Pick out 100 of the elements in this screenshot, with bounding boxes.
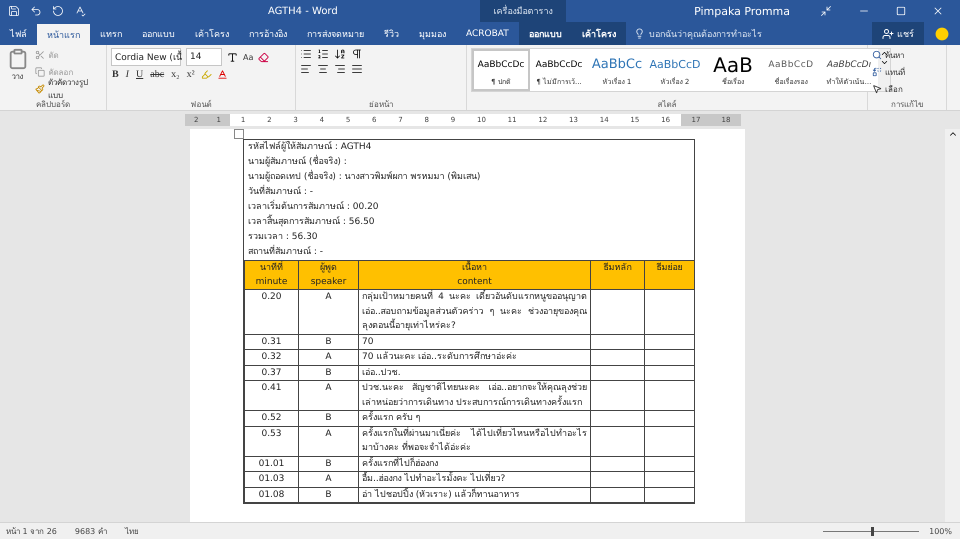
tell-me-field[interactable]: บอกฉันว่าคุณต้องการทำอะไร — [626, 22, 762, 45]
person-icon — [882, 28, 894, 40]
user-name: Pimpaka Promma — [694, 4, 790, 18]
table-cell: 70 — [358, 334, 590, 350]
word-count: 9683 คำ — [74, 526, 107, 538]
table-cell: 0.53 — [244, 426, 298, 456]
header-line: รหัสไฟล์ผู้ให้สัมภาษณ์ : AGTH4 — [247, 140, 372, 154]
table-cell: B — [298, 365, 358, 380]
group-label: สไตล์ — [656, 98, 678, 110]
spelling-icon[interactable] — [74, 5, 86, 17]
copy-icon — [35, 67, 46, 77]
table-cell: 01.01 — [244, 456, 298, 472]
header-line: นามผู้ถอดเทป (ชื่อจริง) : นางสาวพิมพ์ผกา พรหมมา (พิมเสน) — [244, 170, 694, 185]
page-count: หน้า 1 จาก 26 — [6, 526, 57, 538]
ribbon-tab[interactable]: เค้าโครง — [572, 22, 626, 45]
header-line: เวลาเริ่มต้นการสัมภาษณ์ : 00.20 — [244, 200, 694, 215]
format-button[interactable]: B — [111, 69, 120, 80]
format-button[interactable]: abc — [149, 69, 166, 80]
sort-icon[interactable] — [334, 48, 346, 60]
table-cell: B — [298, 487, 358, 502]
paste-button[interactable]: วาง — [4, 48, 32, 98]
group-label: ฟอนต์ — [190, 98, 212, 110]
column-header: ธีมหลัก — [590, 260, 644, 290]
close-icon[interactable] — [932, 5, 944, 17]
ribbon-tab[interactable]: รีวิว — [374, 22, 409, 45]
undo-icon[interactable] — [30, 5, 42, 17]
scissors-icon — [35, 50, 46, 60]
search-icon — [872, 50, 882, 60]
ribbon-tab[interactable]: การอ้างอิง — [239, 22, 297, 45]
save-icon[interactable] — [8, 5, 20, 17]
ribbon-tab[interactable]: หน้าแรก — [37, 24, 90, 45]
table-cell: 0.52 — [244, 410, 298, 426]
column-header: เนื้อหา content — [358, 260, 590, 290]
ribbon-tab[interactable]: มุมมอง — [409, 22, 456, 45]
table-cell: A — [298, 426, 358, 456]
group-label: การแก้ไข — [890, 99, 924, 110]
column-header: ผู้พูด speaker — [298, 260, 358, 290]
language-label: ไทย — [124, 526, 139, 538]
header-line: รวมเวลา : 56.30 — [247, 231, 319, 244]
table-cell: ครั้งแรกในที่ผ่านมาเนี่ยค่ะ ได้ไปเที่ยวไหนหรือไปทำอะไรมาบ้างคะ ที่พอจะจำได้อ่ะค่ะ — [358, 426, 590, 456]
find-button[interactable]: ค้นหา — [872, 48, 905, 62]
paintbrush-icon — [35, 84, 46, 94]
ribbon-tab[interactable]: ออกแบบ — [132, 22, 185, 45]
font-size-field[interactable]: 14 — [186, 48, 222, 66]
replace-icon — [872, 67, 882, 77]
table-cell: ปวช.นะคะ สัญชาติไทยนะคะ เอ่อ..อยากจะให้คุณลุงช่วยเล่าหน่อยว่าการเดินทาง ประสบการณ์การเดินทางครั้งแรก — [358, 380, 590, 410]
format-button[interactable]: x₂ — [170, 69, 181, 80]
table-cell: 70 แล้วนะคะ เอ่อ..ระดับการศึกษาอ่ะค่ะ — [358, 350, 590, 365]
pointer-icon — [872, 84, 882, 94]
numbering-icon[interactable] — [317, 48, 329, 60]
align-left-icon[interactable] — [300, 63, 312, 75]
table-cell: 01.03 — [244, 472, 298, 487]
replace-button[interactable]: แทนที่ — [872, 65, 905, 79]
header-line: วันที่สัมภาษณ์ : - — [244, 185, 694, 200]
clear-format-icon[interactable] — [258, 52, 270, 62]
table-cell: เอ่อ..ปวช. — [358, 365, 590, 380]
ribbon-tab[interactable]: การส่งจดหมาย — [297, 22, 374, 45]
ribbon-tab[interactable]: ออกแบบ — [518, 22, 572, 45]
font-color-icon[interactable] — [216, 69, 228, 80]
ribbon-tab[interactable]: แทรก — [90, 22, 132, 45]
column-header: ธีมย่อย — [644, 260, 694, 290]
ribbon-tab[interactable]: ACROBAT — [456, 22, 519, 45]
grow-font-icon[interactable] — [227, 52, 238, 62]
font-name-field[interactable]: Cordia New (เนื้ — [111, 48, 181, 66]
pilcrow-icon[interactable] — [351, 48, 363, 60]
table-cell: 0.41 — [244, 380, 298, 410]
table-cell: A — [298, 472, 358, 487]
ribbon-tab[interactable]: ไฟล์ — [0, 22, 37, 45]
select-button[interactable]: เลือก — [872, 82, 905, 96]
ribbon-display-icon[interactable] — [820, 5, 832, 17]
table-cell: 0.20 — [244, 290, 298, 334]
zoom-level: 100% — [929, 526, 952, 536]
table-cell: อื้ม..ฮ่องกง ไปทำอะไรมั้งคะ ไปเที่ยว? — [358, 472, 590, 487]
zoom-thumb[interactable] — [871, 526, 874, 536]
table-move-handle[interactable] — [234, 129, 244, 139]
table-cell: B — [298, 456, 358, 472]
table-cell: A — [298, 380, 358, 410]
ribbon-tab[interactable]: เค้าโครง — [185, 22, 239, 45]
table-cell: 01.08 — [244, 487, 298, 502]
change-case-button[interactable]: Aa — [243, 50, 254, 64]
align-center-icon[interactable] — [317, 63, 329, 75]
format-button[interactable]: I — [124, 69, 130, 80]
table-cell: 0.31 — [244, 334, 298, 350]
share-button[interactable]: แชร์ — [872, 22, 924, 45]
table-cell: กลุ่มเป้าหมายคนที่ 4 นะคะ เดี๋ยวอันดับแรกหนูขออนุญาต เอ่อ..สอบถามข้อมูลส่วนตัวคร่าว ๆ นะคะ ช่วงอายุของคุณลุงตอนนี้อายุเท่าไหร่คะ? — [358, 290, 590, 334]
justify-icon[interactable] — [351, 63, 363, 75]
header-line: สถานที่สัมภาษณ์ : - — [244, 245, 694, 260]
redo-icon[interactable] — [52, 5, 64, 17]
align-right-icon[interactable] — [334, 63, 346, 75]
lightbulb-icon — [634, 28, 645, 39]
table-tools-label: เครื่องมือตาราง — [480, 0, 566, 22]
format-button[interactable]: x² — [186, 69, 196, 80]
scroll-down-icon[interactable] — [880, 58, 888, 67]
table-cell: B — [298, 334, 358, 350]
table-cell: ครั้งแรก ครับ ๆ — [358, 410, 590, 426]
maximize-icon[interactable] — [896, 6, 906, 16]
format-button[interactable]: U — [135, 69, 144, 80]
header-line: เวลาสิ้นสุดการสัมภาษณ์ : 56.50 — [244, 215, 694, 230]
column-header: นาทีที่ minute — [244, 260, 298, 290]
group-label: ย่อหน้า — [368, 99, 394, 110]
